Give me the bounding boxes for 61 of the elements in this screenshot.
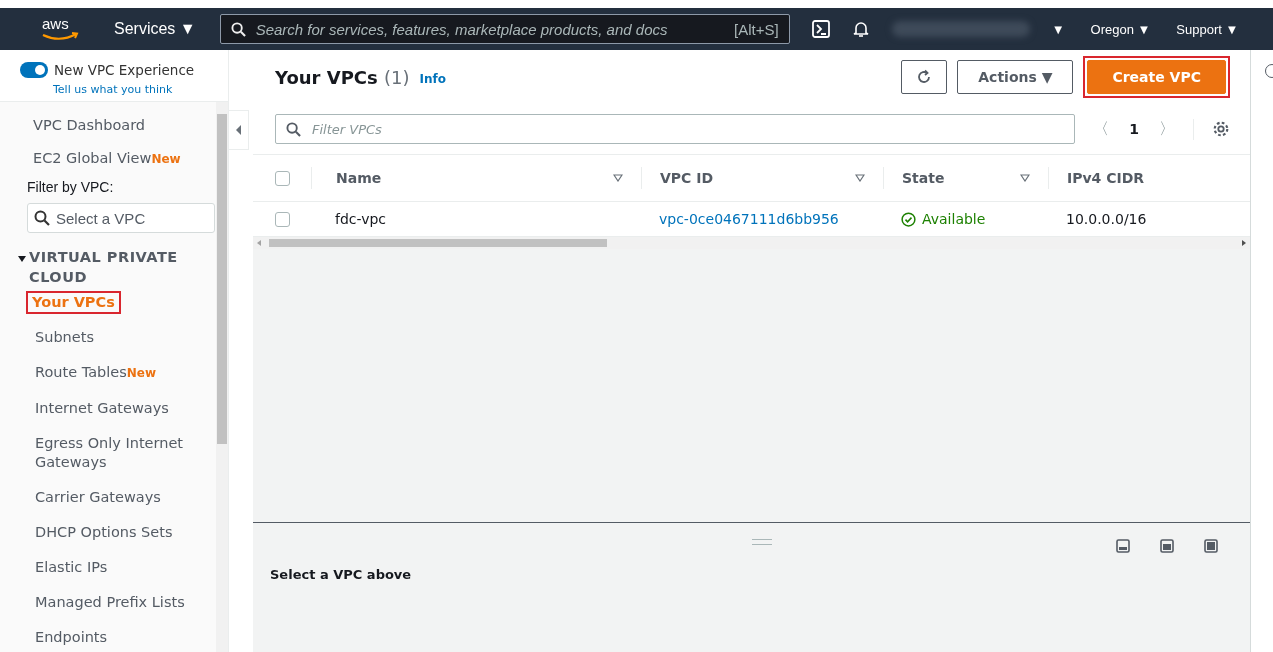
horizontal-scrollbar[interactable] [253, 237, 1250, 249]
sort-icon[interactable] [1020, 174, 1030, 182]
toggle-label: New VPC Experience [54, 62, 195, 78]
sidebar-item[interactable]: Endpoints [33, 626, 110, 649]
info-link[interactable]: Info [419, 72, 446, 86]
scrollbar[interactable] [216, 102, 228, 652]
column-header[interactable]: VPC ID [660, 170, 714, 186]
region-menu[interactable]: Oregon ▼ [1086, 19, 1155, 39]
detail-message: Select a VPC above [270, 567, 412, 582]
sidebar-item[interactable]: VPC Dashboard [0, 116, 216, 135]
sidebar-item[interactable]: Internet Gateways [33, 397, 171, 420]
vpc-id-link[interactable]: vpc-0ce0467111d6bb956 [659, 211, 839, 227]
page-number[interactable]: 1 [1123, 121, 1145, 137]
filter-label: Filter by VPC: [26, 179, 115, 195]
status-text: Available [922, 211, 986, 227]
section-heading[interactable]: VIRTUAL PRIVATE CLOUD [29, 247, 206, 287]
resize-handle[interactable] [751, 539, 772, 545]
search-field[interactable]: Search for services, features, marketplace products, and docs [Alt+S] [219, 14, 790, 44]
account-menu-caret[interactable]: ▼ [1047, 19, 1069, 39]
bell-icon[interactable] [851, 20, 870, 38]
sidebar-item[interactable]: Egress Only Internet Gateways [33, 432, 216, 474]
search-icon [286, 122, 301, 137]
new-label: New [151, 152, 181, 166]
filter-field[interactable]: Filter VPCs [275, 114, 1076, 144]
page-title: Your VPCs (1) [275, 66, 410, 88]
sort-icon[interactable] [613, 174, 623, 182]
sidebar-item[interactable]: DHCP Options Sets [33, 521, 175, 544]
select-all-checkbox[interactable] [275, 170, 290, 186]
expand-caret-icon[interactable] [18, 256, 26, 262]
row-checkbox[interactable] [275, 211, 290, 227]
shortcut-hint: [Alt+S] [734, 20, 779, 38]
toggle-switch[interactable] [20, 62, 48, 78]
terminal-icon[interactable] [811, 20, 830, 38]
refresh-button[interactable] [901, 60, 948, 94]
aws-logo[interactable]: aws [38, 15, 82, 43]
sidebar-item[interactable]: Managed Prefix Lists [33, 591, 187, 614]
sidebar-item[interactable]: EC2 Global ViewNew [0, 149, 216, 169]
search-icon [34, 210, 50, 226]
check-circle-icon [901, 211, 916, 227]
sidebar-item[interactable]: Subnets [33, 326, 96, 349]
settings-icon[interactable] [1212, 120, 1230, 138]
vpc-select-field[interactable]: Select a VPC [27, 203, 215, 233]
search-icon [230, 21, 246, 37]
support-menu[interactable]: Support ▼ [1172, 19, 1243, 39]
column-header[interactable]: IPv4 CIDR [1067, 170, 1145, 186]
actions-button[interactable]: Actions ▼ [957, 60, 1074, 94]
table-cell: fdc-vpc [335, 211, 387, 227]
sort-icon[interactable] [855, 174, 865, 182]
collapse-sidebar-button[interactable] [229, 110, 249, 150]
sidebar-item[interactable]: Carrier Gateways [33, 486, 163, 509]
panel-full-icon[interactable] [1204, 539, 1218, 553]
panel-half-icon[interactable] [1160, 539, 1174, 553]
feedback-link[interactable]: Tell us what you think [53, 83, 173, 96]
services-menu[interactable]: Services ▼ [110, 18, 200, 40]
column-header[interactable]: Name [336, 170, 382, 186]
refresh-icon [916, 69, 933, 85]
panel-bottom-icon[interactable] [1116, 539, 1130, 553]
sidebar-item[interactable]: Elastic IPs [33, 556, 110, 579]
sidebar-item[interactable]: Route TablesNew [33, 361, 159, 385]
column-header[interactable]: State [902, 170, 945, 186]
table-cell: 10.0.0.0/16 [1066, 211, 1147, 227]
